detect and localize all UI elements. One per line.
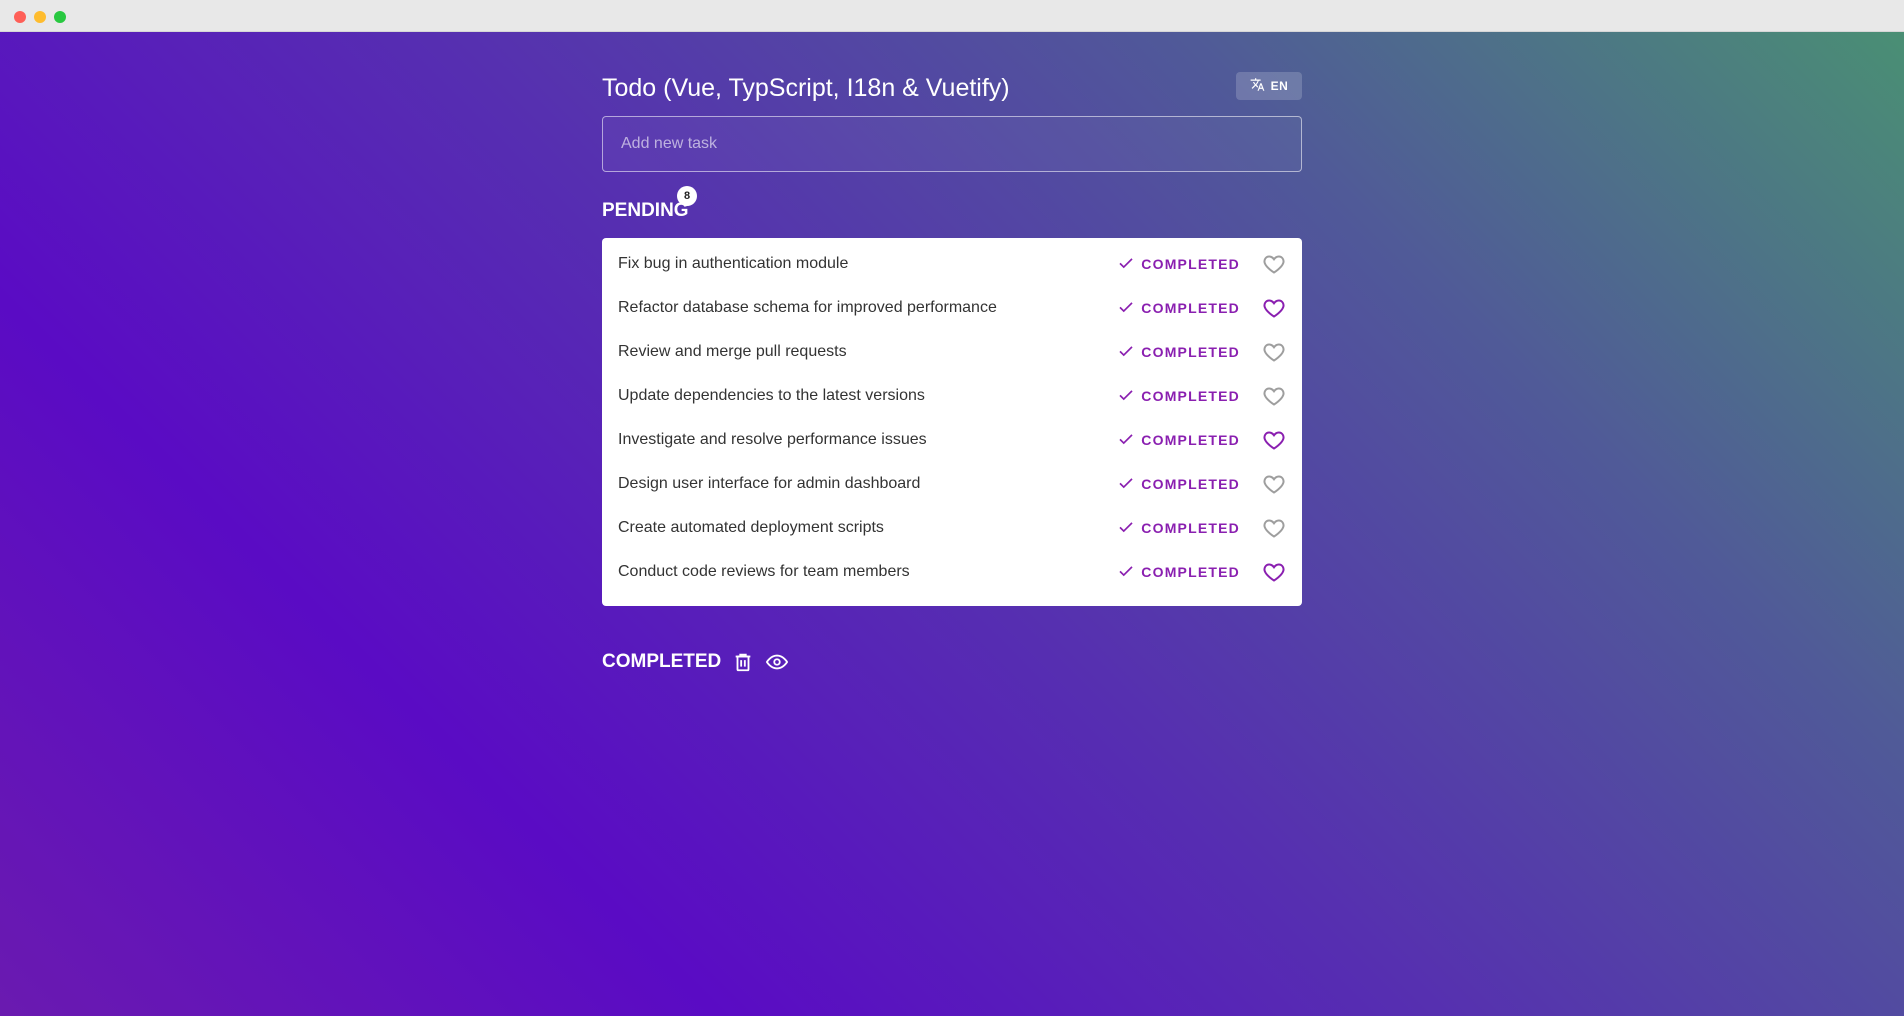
- page-title: Todo (Vue, TypScript, I18n & Vuetify): [602, 74, 1010, 102]
- check-icon: [1117, 562, 1135, 583]
- window-titlebar: [0, 0, 1904, 32]
- mark-completed-label: COMPLETED: [1141, 388, 1240, 404]
- close-window-button[interactable]: [14, 11, 26, 23]
- mark-completed-button[interactable]: COMPLETED: [1109, 250, 1248, 279]
- task-row: Update dependencies to the latest versio…: [602, 374, 1302, 418]
- check-icon: [1117, 298, 1135, 319]
- check-icon: [1117, 518, 1135, 539]
- mark-completed-label: COMPLETED: [1141, 564, 1240, 580]
- completed-section-title: COMPLETED: [602, 650, 789, 674]
- task-row: Create automated deployment scripts COMPL…: [602, 506, 1302, 550]
- check-icon: [1117, 386, 1135, 407]
- mark-completed-button[interactable]: COMPLETED: [1109, 338, 1248, 367]
- task-text: Create automated deployment scripts: [618, 519, 884, 536]
- pending-section-title: PENDING 8: [602, 186, 697, 222]
- mark-completed-label: COMPLETED: [1141, 344, 1240, 360]
- task-text: Update dependencies to the latest versio…: [618, 387, 925, 404]
- favorite-heart-icon[interactable]: [1262, 560, 1286, 584]
- mark-completed-button[interactable]: COMPLETED: [1109, 558, 1248, 587]
- translate-icon: [1250, 77, 1265, 95]
- mark-completed-button[interactable]: COMPLETED: [1109, 382, 1248, 411]
- completed-label: COMPLETED: [602, 651, 722, 672]
- mark-completed-label: COMPLETED: [1141, 300, 1240, 316]
- task-text: Review and merge pull requests: [618, 343, 847, 360]
- trash-icon[interactable]: [731, 650, 755, 674]
- new-task-field[interactable]: [602, 116, 1302, 172]
- task-row: Refactor database schema for improved pe…: [602, 286, 1302, 330]
- task-text: Conduct code reviews for team members: [618, 563, 910, 580]
- mark-completed-button[interactable]: COMPLETED: [1109, 470, 1248, 499]
- task-row: Conduct code reviews for team members COM…: [602, 550, 1302, 594]
- check-icon: [1117, 342, 1135, 363]
- favorite-heart-icon[interactable]: [1262, 340, 1286, 364]
- check-icon: [1117, 430, 1135, 451]
- mark-completed-button[interactable]: COMPLETED: [1109, 426, 1248, 455]
- eye-icon[interactable]: [765, 650, 789, 674]
- mark-completed-label: COMPLETED: [1141, 520, 1240, 536]
- new-task-input[interactable]: [619, 134, 1285, 154]
- task-text: Design user interface for admin dashboar…: [618, 475, 921, 492]
- pending-label: PENDING: [602, 200, 689, 221]
- task-text: Investigate and resolve performance issu…: [618, 431, 927, 448]
- minimize-window-button[interactable]: [34, 11, 46, 23]
- maximize-window-button[interactable]: [54, 11, 66, 23]
- mark-completed-button[interactable]: COMPLETED: [1109, 294, 1248, 323]
- task-row: Fix bug in authentication module COMPLETE…: [602, 242, 1302, 286]
- check-icon: [1117, 474, 1135, 495]
- pending-count-badge: 8: [677, 186, 697, 206]
- task-row: Design user interface for admin dashboar…: [602, 462, 1302, 506]
- check-icon: [1117, 254, 1135, 275]
- mark-completed-label: COMPLETED: [1141, 476, 1240, 492]
- favorite-heart-icon[interactable]: [1262, 296, 1286, 320]
- app-header: Todo (Vue, TypScript, I18n & Vuetify) EN: [602, 72, 1302, 108]
- task-text: Refactor database schema for improved pe…: [618, 299, 997, 316]
- favorite-heart-icon[interactable]: [1262, 428, 1286, 452]
- favorite-heart-icon[interactable]: [1262, 472, 1286, 496]
- task-row: Review and merge pull requests COMPLETED: [602, 330, 1302, 374]
- language-button[interactable]: EN: [1236, 72, 1302, 100]
- favorite-heart-icon[interactable]: [1262, 384, 1286, 408]
- favorite-heart-icon[interactable]: [1262, 516, 1286, 540]
- pending-task-list: Fix bug in authentication module COMPLETE…: [602, 238, 1302, 606]
- language-label: EN: [1270, 79, 1289, 93]
- mark-completed-button[interactable]: COMPLETED: [1109, 514, 1248, 543]
- favorite-heart-icon[interactable]: [1262, 252, 1286, 276]
- task-text: Fix bug in authentication module: [618, 255, 849, 272]
- mark-completed-label: COMPLETED: [1141, 256, 1240, 272]
- mark-completed-label: COMPLETED: [1141, 432, 1240, 448]
- task-row: Investigate and resolve performance issu…: [602, 418, 1302, 462]
